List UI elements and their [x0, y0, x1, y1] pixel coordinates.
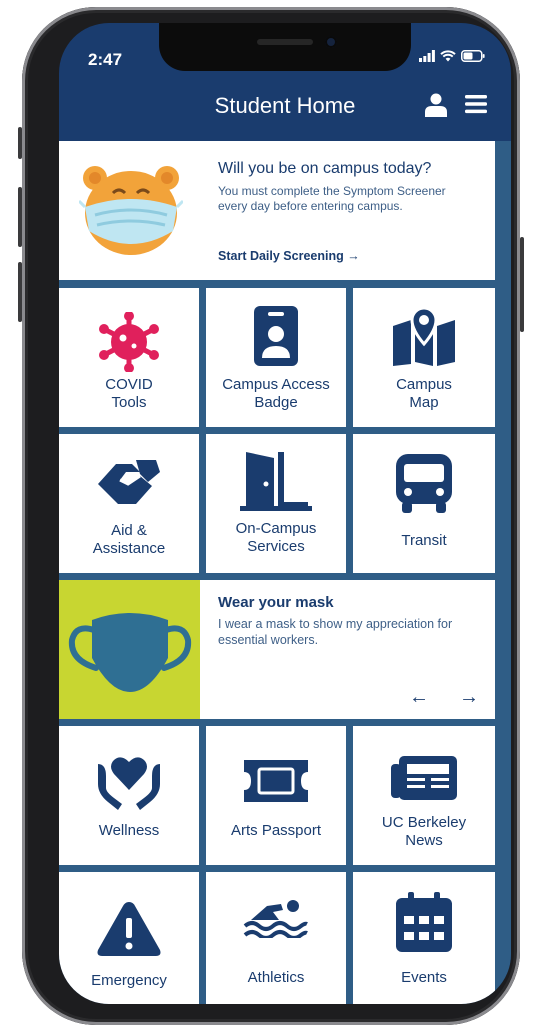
- heart-hands-icon: [98, 757, 160, 810]
- mask-illustration: [59, 580, 200, 719]
- screening-title: Will you be on campus today?: [218, 160, 432, 177]
- screening-card[interactable]: Will you be on campus today? You must co…: [59, 141, 495, 280]
- header-actions: [425, 93, 487, 117]
- tile-aid-assistance[interactable]: Aid & Assistance: [59, 434, 199, 573]
- handshake-icon: [98, 460, 160, 504]
- home-content: Will you be on campus today? You must co…: [59, 141, 511, 1004]
- profile-icon[interactable]: [425, 93, 447, 117]
- menu-icon[interactable]: [465, 93, 487, 115]
- tile-label: COVID Tools: [105, 376, 153, 411]
- calendar-icon: [396, 892, 452, 952]
- tile-label: On-Campus Services: [235, 520, 317, 555]
- mask-banner[interactable]: Wear your mask I wear a mask to show my …: [59, 580, 495, 719]
- tile-label: Emergency: [91, 972, 167, 989]
- tile-label: Athletics: [247, 969, 305, 986]
- door-icon: [240, 452, 312, 511]
- virus-icon: [99, 312, 159, 372]
- tile-covid-tools[interactable]: COVID Tools: [59, 288, 199, 427]
- phone-screen: 2:47 Student Home Will you be on campus …: [59, 23, 511, 1004]
- volume-down-button: [18, 262, 22, 322]
- tile-label: Wellness: [98, 822, 160, 839]
- tile-emergency[interactable]: Emergency: [59, 872, 199, 1004]
- volume-up-button: [18, 187, 22, 247]
- tile-arts-passport[interactable]: Arts Passport: [206, 726, 346, 865]
- tile-label: Aid & Assistance: [92, 522, 166, 557]
- tile-campus-access-badge[interactable]: Campus Access Badge: [206, 288, 346, 427]
- speaker: [257, 39, 313, 45]
- tile-athletics[interactable]: Athletics: [206, 872, 346, 1004]
- cellular-signal-icon: [419, 50, 435, 62]
- tile-on-campus-services[interactable]: On-Campus Services: [206, 434, 346, 573]
- tile-label: Campus Access Badge: [222, 376, 330, 411]
- screening-body: You must complete the Symptom Screener e…: [218, 184, 446, 213]
- tile-label: Transit: [401, 532, 447, 549]
- mask-title: Wear your mask: [218, 594, 334, 611]
- front-camera: [325, 36, 337, 48]
- power-button: [520, 237, 524, 332]
- masked-bear-icon: [79, 166, 183, 255]
- tile-transit[interactable]: Transit: [353, 434, 495, 573]
- face-mask-icon: [68, 613, 192, 692]
- map-icon: [393, 306, 455, 366]
- newspaper-icon: [391, 756, 457, 800]
- next-arrow-icon[interactable]: →: [459, 686, 479, 709]
- badge-icon: [254, 306, 298, 366]
- warning-icon: [97, 902, 161, 956]
- status-time: 2:47: [88, 50, 123, 69]
- wifi-icon: [440, 50, 456, 62]
- mute-switch: [18, 127, 22, 159]
- tile-label: UC Berkeley News: [381, 814, 467, 849]
- tile-label: Arts Passport: [230, 822, 322, 839]
- tile-label: Events: [401, 969, 447, 986]
- notch: [159, 23, 411, 71]
- battery-icon: [461, 50, 485, 62]
- tile-wellness[interactable]: Wellness: [59, 726, 199, 865]
- tile-uc-berkeley-news[interactable]: UC Berkeley News: [353, 726, 495, 865]
- ticket-icon: [244, 760, 308, 802]
- tile-campus-map[interactable]: Campus Map: [353, 288, 495, 427]
- tile-label: Campus Map: [396, 376, 452, 411]
- start-screening-link[interactable]: Start Daily Screening →: [218, 249, 360, 263]
- tile-events[interactable]: Events: [353, 872, 495, 1004]
- prev-arrow-icon[interactable]: ←: [409, 686, 429, 709]
- status-icons: [419, 50, 485, 62]
- swimmer-icon: [243, 900, 308, 938]
- bus-icon: [396, 454, 452, 513]
- mask-body: I wear a mask to show my appreciation fo…: [218, 617, 453, 647]
